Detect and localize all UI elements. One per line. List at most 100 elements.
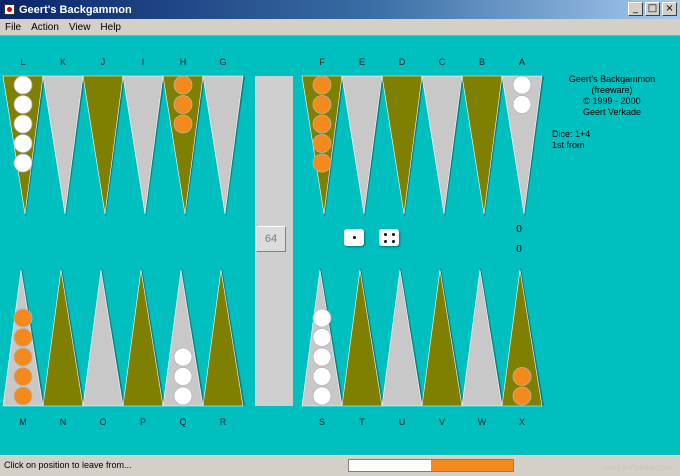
checker-white-q[interactable]	[173, 386, 193, 406]
checker-orange-m[interactable]	[13, 347, 33, 367]
checker-white-s[interactable]	[312, 386, 332, 406]
checker-orange-x[interactable]	[512, 386, 532, 406]
die-pip	[352, 236, 356, 239]
progress-white-segment	[349, 460, 431, 471]
die-pip	[391, 232, 395, 236]
point-label-e: E	[359, 57, 365, 67]
checker-white-s[interactable]	[312, 367, 332, 386]
checker-white-s[interactable]	[312, 308, 332, 328]
status-bar: Click on position to leave from... www.s…	[0, 455, 680, 476]
point-label-j: J	[101, 57, 106, 67]
checker-orange-m[interactable]	[13, 308, 33, 328]
point-n[interactable]	[42, 269, 84, 407]
point-label-q: Q	[179, 417, 186, 427]
point-label-o: O	[99, 417, 106, 427]
checker-white-l[interactable]	[13, 153, 33, 173]
checker-orange-m[interactable]	[13, 328, 33, 347]
title-bar: Geert's Backgammon _ □ ×	[0, 0, 680, 19]
checker-white-q[interactable]	[173, 347, 193, 367]
menu-bar: File Action View Help	[0, 19, 680, 36]
menu-file[interactable]: File	[0, 22, 26, 33]
maximize-button[interactable]: □	[645, 2, 660, 16]
point-o[interactable]	[82, 269, 124, 407]
progress-bar	[348, 459, 514, 472]
doubling-cube[interactable]: 64	[256, 226, 286, 252]
checker-orange-x[interactable]	[512, 367, 532, 386]
point-label-f: F	[319, 57, 325, 67]
checker-white-l[interactable]	[13, 134, 33, 153]
checker-orange-f[interactable]	[312, 75, 332, 95]
info-freeware: (freeware)	[591, 85, 633, 95]
point-label-u: U	[399, 417, 406, 427]
dice-readout: Dice: 1+4	[552, 129, 591, 139]
point-g[interactable]	[202, 75, 244, 215]
point-label-a: A	[519, 57, 525, 67]
point-k[interactable]	[42, 75, 84, 215]
menu-action[interactable]: Action	[26, 22, 64, 33]
point-j[interactable]	[82, 75, 124, 215]
checker-orange-m[interactable]	[13, 367, 33, 386]
backgammon-board: L K J I H G F E D C B A M N O P Q R S T U V W X 64 0 0 Geert's …	[0, 36, 680, 454]
checker-orange-h[interactable]	[173, 114, 193, 134]
checker-white-l[interactable]	[13, 114, 33, 134]
die-pip	[383, 232, 387, 236]
score-bottom: 0	[516, 244, 522, 255]
checker-orange-f[interactable]	[312, 153, 332, 173]
info-copyright: © 1999 - 2000	[583, 96, 641, 106]
point-label-n: N	[60, 417, 67, 427]
point-label-v: V	[439, 417, 445, 427]
die-pip	[383, 239, 387, 243]
app-icon	[4, 4, 15, 15]
point-label-p: P	[140, 417, 146, 427]
point-label-k: K	[60, 57, 66, 67]
point-label-l: L	[20, 57, 25, 67]
point-v[interactable]	[421, 269, 463, 407]
checker-white-a[interactable]	[512, 75, 532, 95]
point-w[interactable]	[461, 269, 503, 407]
die-pip	[391, 239, 395, 243]
point-label-t: T	[359, 417, 365, 427]
point-label-b: B	[479, 57, 485, 67]
point-label-x: X	[519, 417, 525, 427]
point-label-h: H	[180, 57, 187, 67]
point-label-w: W	[478, 417, 487, 427]
checker-white-s[interactable]	[312, 328, 332, 347]
checker-orange-f[interactable]	[312, 114, 332, 134]
menu-help[interactable]: Help	[95, 22, 126, 33]
info-author: Geert Verkade	[582, 107, 642, 117]
point-label-s: S	[319, 417, 325, 427]
checker-white-a[interactable]	[512, 95, 532, 114]
point-label-d: D	[399, 57, 406, 67]
menu-view[interactable]: View	[64, 22, 96, 33]
checker-orange-f[interactable]	[312, 134, 332, 153]
checker-orange-h[interactable]	[173, 75, 193, 95]
point-label-g: G	[219, 57, 226, 67]
point-d[interactable]	[381, 75, 423, 215]
close-button[interactable]: ×	[662, 2, 677, 16]
checker-white-q[interactable]	[173, 367, 193, 386]
checker-white-s[interactable]	[312, 347, 332, 367]
checker-orange-f[interactable]	[312, 95, 332, 114]
point-t[interactable]	[341, 269, 383, 407]
checker-orange-m[interactable]	[13, 386, 33, 406]
point-u[interactable]	[381, 269, 423, 407]
point-e[interactable]	[341, 75, 383, 215]
point-b[interactable]	[461, 75, 503, 215]
point-r[interactable]	[202, 269, 244, 407]
point-i[interactable]	[122, 75, 164, 215]
score-top: 0	[516, 224, 522, 235]
point-p[interactable]	[122, 269, 164, 407]
die-left	[344, 229, 364, 246]
move-readout: 1st from	[552, 140, 585, 150]
point-label-m: M	[19, 417, 27, 427]
point-label-i: I	[142, 57, 145, 67]
point-label-c: C	[439, 57, 446, 67]
point-c[interactable]	[421, 75, 463, 215]
minimize-button[interactable]: _	[628, 2, 643, 16]
watermark: www.softpedia.com	[603, 463, 672, 472]
checker-orange-h[interactable]	[173, 95, 193, 114]
checker-white-l[interactable]	[13, 75, 33, 95]
window-controls: _ □ ×	[628, 2, 677, 16]
info-title: Geert's Backgammon	[568, 74, 656, 84]
checker-white-l[interactable]	[13, 95, 33, 114]
